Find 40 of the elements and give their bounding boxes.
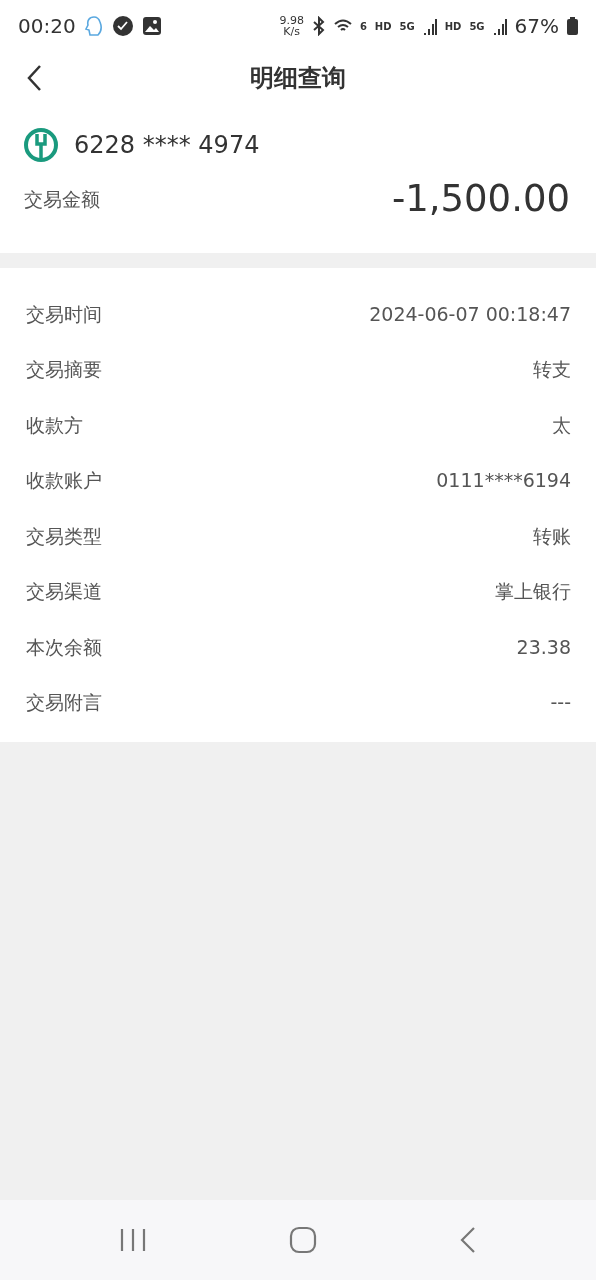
detail-value: 转账	[533, 523, 571, 549]
task-icon	[111, 15, 134, 37]
battery-icon	[567, 17, 578, 35]
detail-label: 本次余额	[26, 634, 102, 660]
network-label: 5G	[469, 19, 485, 34]
amount-label: 交易金额	[24, 186, 100, 212]
home-icon[interactable]	[289, 1226, 317, 1254]
detail-label: 收款账户	[26, 468, 102, 493]
network-label: 5G	[399, 19, 415, 34]
image-icon	[141, 16, 162, 36]
detail-value: 转支	[533, 357, 571, 382]
transaction-amount: -1,500.00	[391, 176, 570, 222]
net-unit: K/s	[283, 26, 300, 37]
hd-label: HD	[374, 19, 392, 34]
signal-icon	[492, 17, 507, 35]
hd-label: HD	[444, 19, 462, 34]
card-number: 6228 **** 4974	[74, 130, 260, 161]
page-title: 明细查询	[250, 64, 346, 93]
signal-icon	[422, 17, 437, 35]
detail-value: 太	[552, 412, 571, 438]
detail-label: 收款方	[26, 412, 83, 438]
status-time: 00:20	[18, 13, 76, 40]
detail-label: 交易附言	[26, 690, 102, 715]
net-speed: 9.98	[279, 15, 304, 26]
bluetooth-icon	[311, 16, 326, 36]
detail-value: 2024-06-07 00:18:47	[369, 301, 571, 327]
bank-logo-icon	[24, 128, 58, 162]
back-icon[interactable]	[459, 1226, 477, 1254]
battery-level: 67%	[514, 13, 559, 40]
detail-value: ---	[550, 690, 571, 715]
detail-label: 交易渠道	[26, 579, 102, 604]
detail-value: 23.38	[516, 634, 571, 660]
detail-label: 交易摘要	[26, 357, 102, 382]
detail-label: 交易类型	[26, 523, 102, 549]
detail-value: 0111****6194	[436, 468, 571, 493]
notification-icon	[83, 15, 104, 37]
wifi-version-label: 6	[359, 19, 367, 34]
recent-apps-icon[interactable]	[119, 1228, 147, 1252]
detail-label: 交易时间	[26, 301, 102, 327]
detail-value: 掌上银行	[495, 579, 571, 604]
